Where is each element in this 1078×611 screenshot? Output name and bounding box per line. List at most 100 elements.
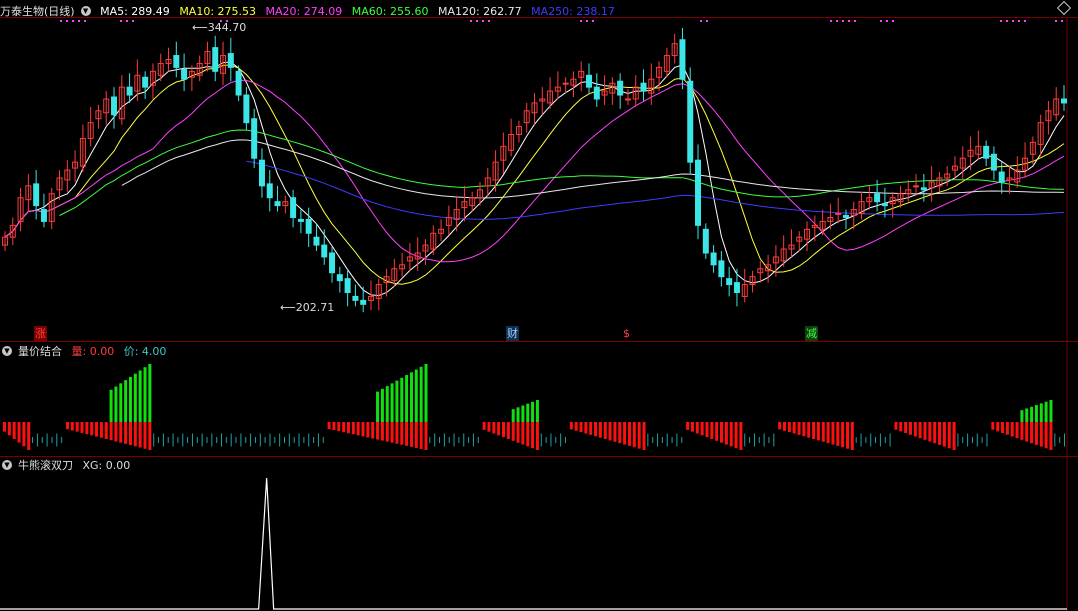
dot-marker — [476, 20, 478, 22]
volume-red-bar — [95, 422, 99, 437]
volume-cyan-bar — [191, 433, 193, 447]
volume-red-bar — [424, 422, 428, 450]
candle-body — [243, 94, 250, 124]
volume-red-bar — [812, 422, 816, 439]
volume-red-bar — [380, 422, 384, 441]
candle-body — [344, 278, 351, 293]
volume-cyan-bar — [647, 433, 649, 447]
volume-red-bar — [826, 422, 830, 444]
volume-red-bar — [361, 422, 365, 437]
candle-body — [990, 153, 997, 171]
volume-cyan-bar — [657, 433, 659, 447]
volume-red-bar — [128, 422, 132, 446]
collapse-icon[interactable]: ▼ — [80, 6, 91, 16]
volume-green-bar — [1044, 401, 1048, 422]
candle-body — [305, 218, 312, 234]
dot-marker — [854, 20, 856, 22]
candle-body — [40, 209, 47, 222]
marker-reduce[interactable]: 减 — [805, 326, 818, 341]
collapse-icon[interactable]: ▼ — [2, 346, 12, 356]
volume-cyan-bar — [1054, 433, 1056, 447]
collapse-icon[interactable]: ▼ — [2, 460, 12, 470]
volume-cyan-bar — [162, 433, 164, 447]
volume-green-bar — [380, 388, 384, 422]
volume-cyan-bar — [206, 437, 208, 443]
volume-cyan-bar — [230, 433, 232, 447]
volume-red-bar — [1039, 422, 1043, 447]
volume-red-bar — [904, 422, 908, 434]
candle-body — [181, 68, 188, 80]
volume-cyan-bar — [540, 433, 542, 447]
volume-red-bar — [114, 422, 118, 442]
volume-red-bar — [899, 422, 903, 432]
volume-cyan-bar — [177, 437, 179, 443]
volume-cyan-bar — [758, 437, 760, 443]
volume-cyan-bar — [652, 437, 654, 443]
volume-red-bar — [7, 422, 11, 436]
volume-red-bar — [996, 422, 1000, 432]
volume-cyan-bar — [201, 433, 203, 447]
volume-green-bar — [138, 370, 142, 422]
volume-price-bars[interactable] — [3, 364, 1065, 450]
marker-finance[interactable]: 财 — [506, 326, 519, 341]
volume-cyan-bar — [434, 433, 436, 447]
dot-marker — [830, 20, 832, 22]
volume-cyan-bar — [453, 433, 455, 447]
marker-dollar[interactable]: $ — [622, 326, 631, 341]
volume-green-bar — [516, 407, 520, 422]
volume-cyan-bar — [1059, 437, 1061, 443]
volume-cyan-bar — [555, 437, 557, 443]
volume-red-bar — [739, 422, 743, 450]
volume-cyan-bar — [967, 433, 969, 447]
volume-green-bar — [376, 391, 380, 422]
volume-red-bar — [792, 422, 796, 434]
ma10-value: MA10: 275.53 — [179, 5, 257, 18]
volume-cyan-bar — [46, 433, 48, 447]
volume-cyan-bar — [264, 437, 266, 443]
volume-red-bar — [1034, 422, 1038, 445]
volume-red-bar — [778, 422, 782, 430]
candle-body — [617, 80, 624, 96]
volume-red-bar — [569, 422, 573, 430]
volume-cyan-bar — [477, 437, 479, 443]
volume-red-bar — [1020, 422, 1024, 440]
volume-cyan-bar — [172, 433, 174, 447]
volume-cyan-bar — [889, 433, 891, 447]
volume-red-bar — [124, 422, 128, 444]
candle-body — [313, 236, 320, 246]
low-price-label: ⟵202.71 — [280, 301, 335, 314]
volume-cyan-bar — [61, 437, 63, 443]
volume-cyan-bar — [235, 437, 237, 443]
dot-marker — [60, 20, 62, 22]
dot-marker — [1024, 20, 1026, 22]
volume-cyan-bar — [957, 433, 959, 447]
volume-cyan-bar — [259, 433, 261, 447]
volume-cyan-bar — [36, 433, 38, 447]
chart-grid — [0, 17, 1078, 611]
volume-green-bar — [1039, 403, 1043, 422]
marker-rise[interactable]: 涨 — [34, 326, 47, 341]
candle-body — [126, 86, 133, 96]
volume-cyan-bar — [749, 437, 751, 443]
volume-red-bar — [1049, 422, 1053, 450]
volume-green-bar — [385, 386, 389, 422]
volume-cyan-bar — [317, 433, 319, 447]
candle-body — [920, 187, 927, 191]
volume-red-bar — [579, 422, 583, 433]
volume-red-bar — [342, 422, 346, 433]
volume-red-bar — [918, 422, 922, 439]
dot-marker — [842, 20, 844, 22]
volume-red-bar — [627, 422, 631, 446]
dot-marker — [1006, 20, 1008, 22]
volume-green-bar — [419, 366, 423, 422]
dot-marker — [1055, 20, 1057, 22]
stock-chart-canvas[interactable] — [0, 0, 1078, 611]
volume-red-bar — [836, 422, 840, 446]
volume-green-bar — [1030, 406, 1034, 422]
volume-green-bar — [390, 383, 394, 422]
volume-red-bar — [119, 422, 123, 443]
candlesticks[interactable] — [2, 27, 1067, 313]
volume-red-bar — [710, 422, 714, 439]
candle-body — [835, 213, 842, 216]
volume-cyan-bar — [158, 437, 160, 443]
